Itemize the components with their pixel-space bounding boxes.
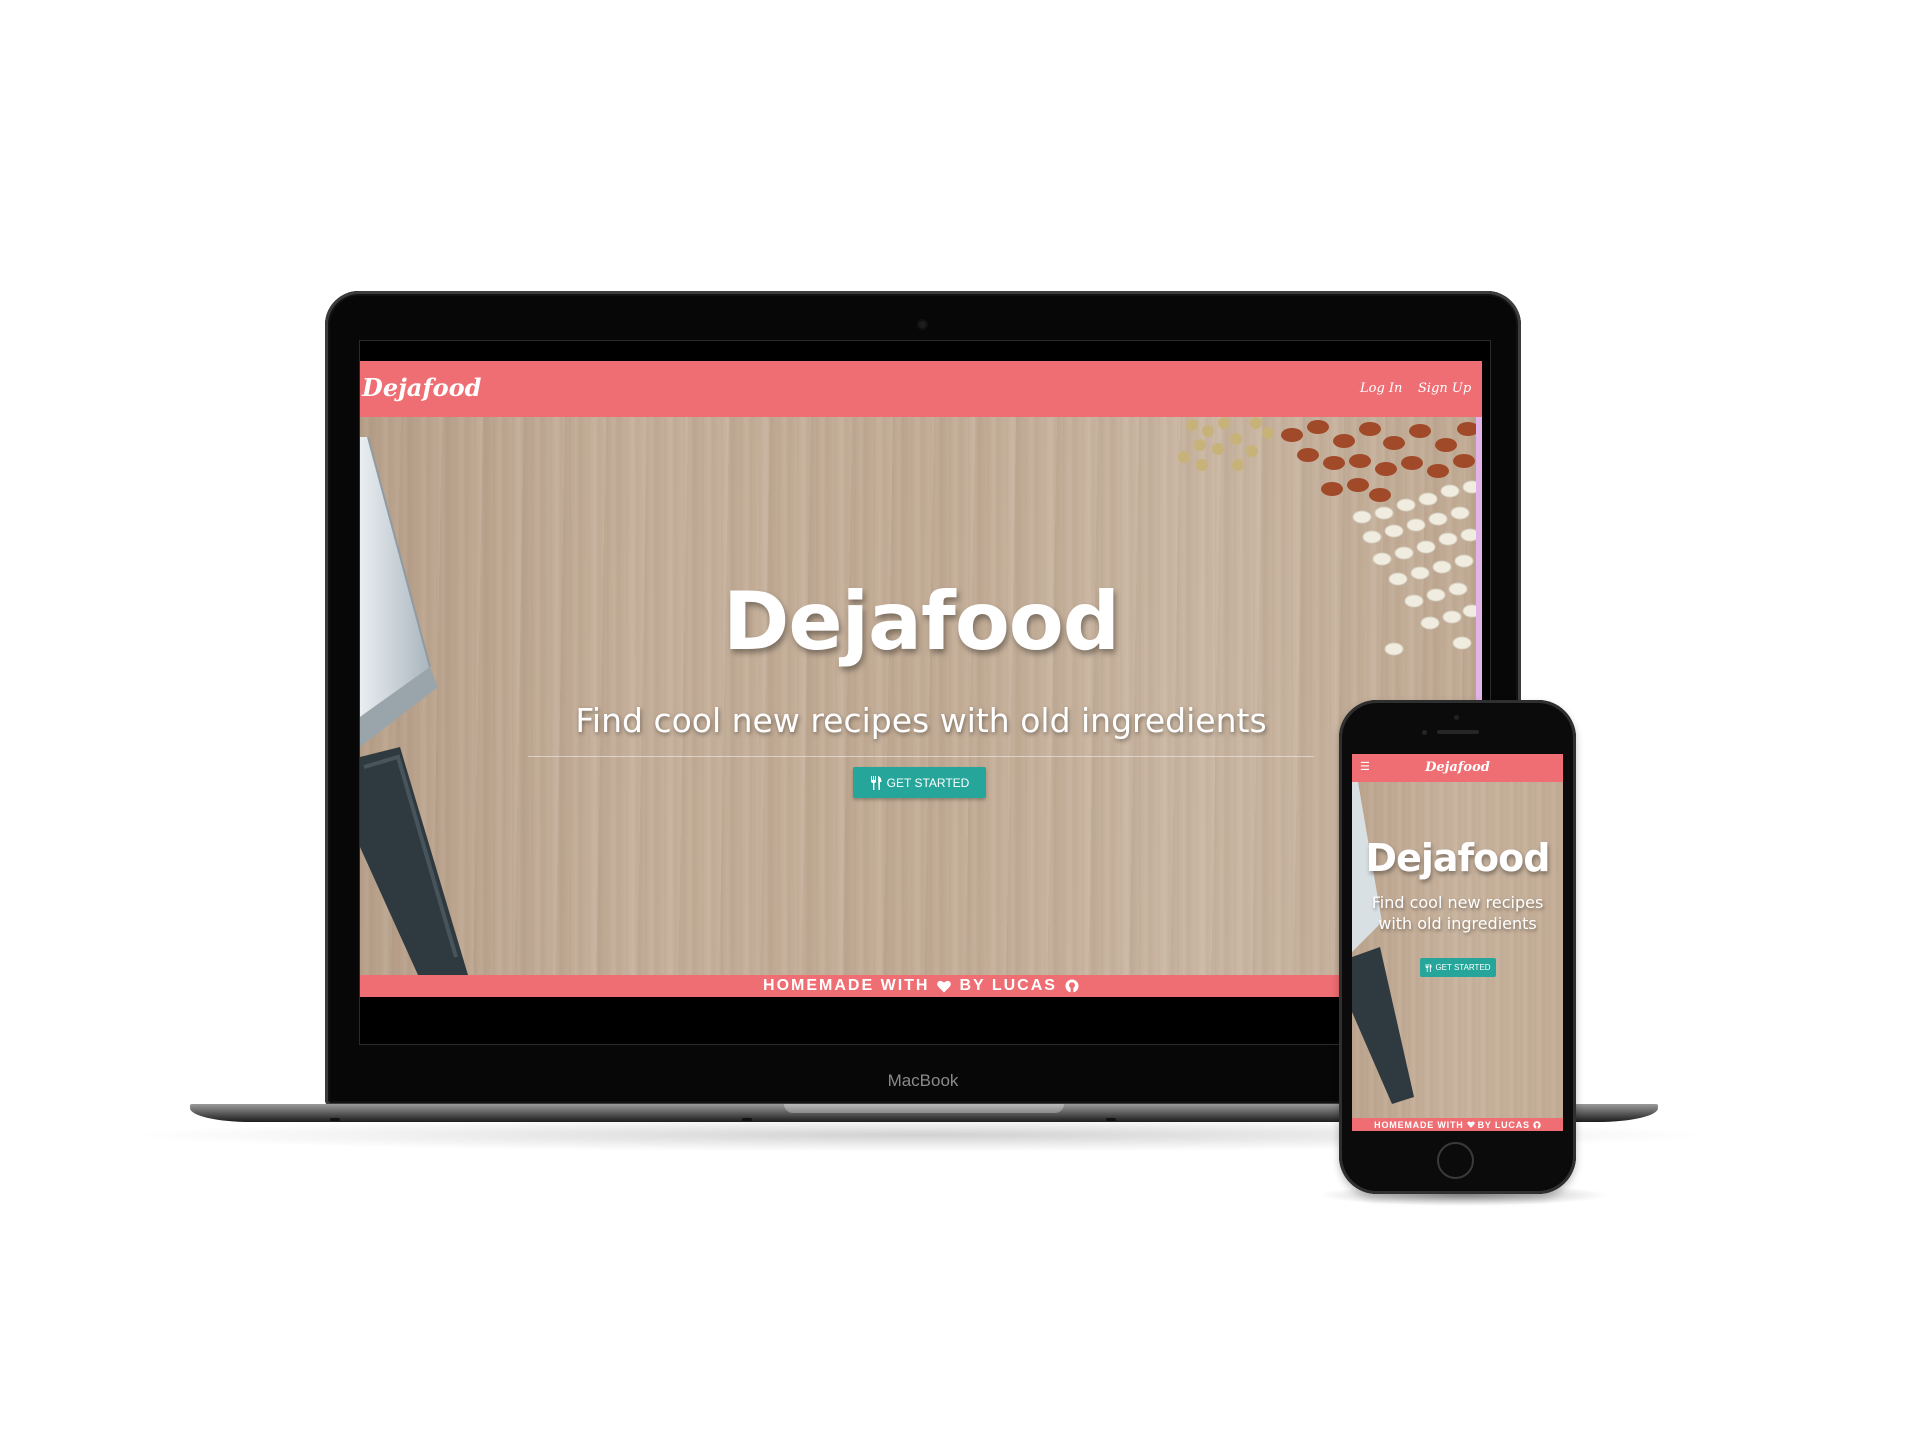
footer-text-before: HOMEMADE WITH: [763, 977, 930, 994]
mobile-hero-subtitle: Find cool new recipes with old ingredien…: [1371, 893, 1544, 933]
desktop-website: Dejafood Log In Sign Up Dejafood Find co…: [360, 361, 1482, 997]
knife-image: [360, 436, 468, 975]
laptop-notch: [784, 1104, 1064, 1113]
mobile-get-started-label: GET STARTED: [1435, 963, 1491, 972]
hero-title: Dejafood: [722, 575, 1120, 668]
footer-text-after: BY LUCAS: [959, 977, 1057, 994]
heart-icon: [937, 980, 952, 992]
laptop-foot: [1106, 1118, 1116, 1121]
laptop-foot: [742, 1118, 752, 1121]
heart-icon: [1466, 1121, 1475, 1128]
mobile-navbar: ☰ Dejafood: [1352, 754, 1563, 782]
get-started-label: GET STARTED: [886, 775, 970, 790]
phone-speaker: [1437, 730, 1479, 734]
laptop-foot: [330, 1118, 340, 1121]
cutlery-icon: [870, 775, 882, 790]
mobile-website: ☰ Dejafood Dejafood Find cool new recipe…: [1352, 754, 1563, 1131]
mobile-hero-section: Dejafood Find cool new recipes with old …: [1352, 782, 1563, 1118]
phone-sensor: [1454, 715, 1459, 720]
knife-image: [1352, 782, 1414, 1104]
laptop-camera: [919, 321, 926, 328]
hero-divider: [528, 756, 1314, 757]
github-icon[interactable]: [1065, 979, 1079, 993]
login-link[interactable]: Log In: [1360, 381, 1402, 396]
hero-section: Dejafood Find cool new recipes with old …: [360, 417, 1482, 975]
signup-link[interactable]: Sign Up: [1418, 381, 1471, 396]
mobile-get-started-button[interactable]: GET STARTED: [1420, 958, 1496, 977]
desktop-navbar: Dejafood Log In Sign Up: [360, 361, 1482, 417]
phone-mockup: ☰ Dejafood Dejafood Find cool new recipe…: [1339, 700, 1576, 1194]
mobile-footer: HOMEMADE WITH BY LUCAS: [1352, 1118, 1563, 1131]
mobile-footer-text-before: HOMEMADE WITH: [1374, 1119, 1464, 1130]
phone-home-button[interactable]: [1437, 1142, 1474, 1179]
brand-logo[interactable]: Dejafood: [362, 373, 481, 402]
mobile-brand-logo[interactable]: Dejafood: [1352, 760, 1563, 775]
mobile-footer-text-after: BY LUCAS: [1477, 1119, 1530, 1130]
laptop-screen: Dejafood Log In Sign Up Dejafood Find co…: [359, 340, 1491, 1045]
mobile-hero-title: Dejafood: [1365, 836, 1551, 880]
hero-subtitle: Find cool new recipes with old ingredien…: [575, 701, 1267, 740]
github-icon[interactable]: [1533, 1120, 1541, 1129]
desktop-footer: HOMEMADE WITH BY LUCAS: [360, 975, 1482, 997]
get-started-button[interactable]: GET STARTED: [853, 767, 986, 798]
phone-camera: [1422, 730, 1427, 735]
cutlery-icon: [1426, 963, 1433, 972]
